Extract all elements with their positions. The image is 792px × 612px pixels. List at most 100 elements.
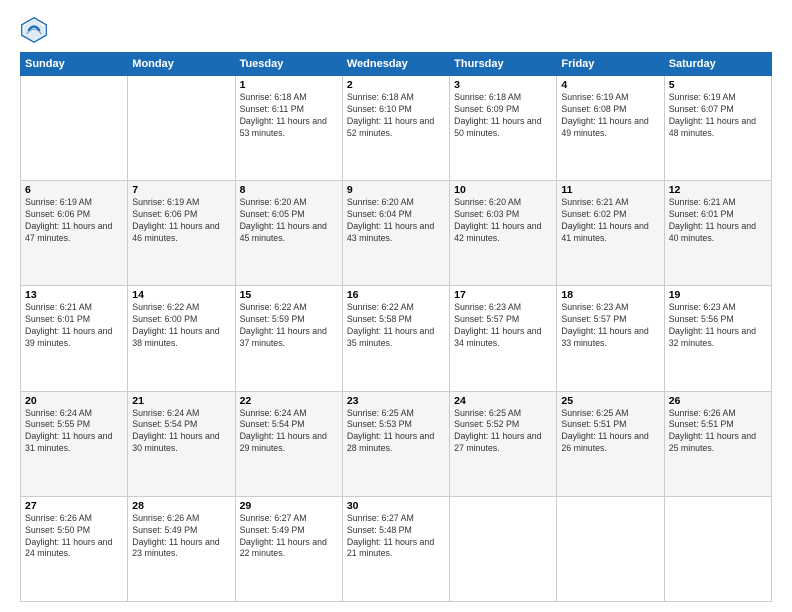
calendar-table: SundayMondayTuesdayWednesdayThursdayFrid… (20, 52, 772, 602)
calendar-week-row: 6Sunrise: 6:19 AMSunset: 6:06 PMDaylight… (21, 181, 772, 286)
calendar-day-header: Thursday (450, 53, 557, 76)
day-number: 9 (347, 184, 445, 196)
day-number: 21 (132, 395, 230, 407)
calendar-cell (128, 76, 235, 181)
day-detail: Sunrise: 6:27 AMSunset: 5:49 PMDaylight:… (240, 513, 338, 561)
day-detail: Sunrise: 6:22 AMSunset: 5:59 PMDaylight:… (240, 302, 338, 350)
day-number: 8 (240, 184, 338, 196)
calendar-week-row: 20Sunrise: 6:24 AMSunset: 5:55 PMDayligh… (21, 391, 772, 496)
day-detail: Sunrise: 6:18 AMSunset: 6:10 PMDaylight:… (347, 92, 445, 140)
day-detail: Sunrise: 6:23 AMSunset: 5:57 PMDaylight:… (454, 302, 552, 350)
day-number: 24 (454, 395, 552, 407)
day-number: 19 (669, 289, 767, 301)
day-detail: Sunrise: 6:19 AMSunset: 6:08 PMDaylight:… (561, 92, 659, 140)
calendar-cell: 8Sunrise: 6:20 AMSunset: 6:05 PMDaylight… (235, 181, 342, 286)
calendar-cell: 20Sunrise: 6:24 AMSunset: 5:55 PMDayligh… (21, 391, 128, 496)
calendar-cell: 29Sunrise: 6:27 AMSunset: 5:49 PMDayligh… (235, 496, 342, 601)
day-number: 1 (240, 79, 338, 91)
calendar-day-header: Tuesday (235, 53, 342, 76)
calendar-cell: 10Sunrise: 6:20 AMSunset: 6:03 PMDayligh… (450, 181, 557, 286)
day-number: 18 (561, 289, 659, 301)
day-number: 13 (25, 289, 123, 301)
calendar-cell: 18Sunrise: 6:23 AMSunset: 5:57 PMDayligh… (557, 286, 664, 391)
day-detail: Sunrise: 6:22 AMSunset: 6:00 PMDaylight:… (132, 302, 230, 350)
day-detail: Sunrise: 6:26 AMSunset: 5:49 PMDaylight:… (132, 513, 230, 561)
day-detail: Sunrise: 6:18 AMSunset: 6:09 PMDaylight:… (454, 92, 552, 140)
day-number: 5 (669, 79, 767, 91)
calendar-day-header: Friday (557, 53, 664, 76)
day-detail: Sunrise: 6:26 AMSunset: 5:50 PMDaylight:… (25, 513, 123, 561)
day-number: 23 (347, 395, 445, 407)
calendar-cell: 27Sunrise: 6:26 AMSunset: 5:50 PMDayligh… (21, 496, 128, 601)
day-number: 10 (454, 184, 552, 196)
calendar-week-row: 13Sunrise: 6:21 AMSunset: 6:01 PMDayligh… (21, 286, 772, 391)
day-number: 16 (347, 289, 445, 301)
calendar-cell: 14Sunrise: 6:22 AMSunset: 6:00 PMDayligh… (128, 286, 235, 391)
calendar-cell: 23Sunrise: 6:25 AMSunset: 5:53 PMDayligh… (342, 391, 449, 496)
calendar-cell: 1Sunrise: 6:18 AMSunset: 6:11 PMDaylight… (235, 76, 342, 181)
day-number: 3 (454, 79, 552, 91)
day-detail: Sunrise: 6:21 AMSunset: 6:01 PMDaylight:… (25, 302, 123, 350)
day-number: 28 (132, 500, 230, 512)
day-detail: Sunrise: 6:24 AMSunset: 5:54 PMDaylight:… (132, 408, 230, 456)
calendar-week-row: 27Sunrise: 6:26 AMSunset: 5:50 PMDayligh… (21, 496, 772, 601)
day-number: 7 (132, 184, 230, 196)
day-detail: Sunrise: 6:21 AMSunset: 6:01 PMDaylight:… (669, 197, 767, 245)
day-number: 25 (561, 395, 659, 407)
day-detail: Sunrise: 6:25 AMSunset: 5:53 PMDaylight:… (347, 408, 445, 456)
day-number: 27 (25, 500, 123, 512)
header (20, 16, 772, 44)
day-number: 26 (669, 395, 767, 407)
calendar-cell: 15Sunrise: 6:22 AMSunset: 5:59 PMDayligh… (235, 286, 342, 391)
calendar-cell: 9Sunrise: 6:20 AMSunset: 6:04 PMDaylight… (342, 181, 449, 286)
day-number: 2 (347, 79, 445, 91)
day-number: 6 (25, 184, 123, 196)
calendar-day-header: Saturday (664, 53, 771, 76)
day-number: 4 (561, 79, 659, 91)
calendar-cell (450, 496, 557, 601)
day-number: 29 (240, 500, 338, 512)
day-number: 30 (347, 500, 445, 512)
calendar-day-header: Sunday (21, 53, 128, 76)
logo-icon (20, 16, 48, 44)
calendar-cell: 21Sunrise: 6:24 AMSunset: 5:54 PMDayligh… (128, 391, 235, 496)
day-number: 17 (454, 289, 552, 301)
day-detail: Sunrise: 6:19 AMSunset: 6:06 PMDaylight:… (25, 197, 123, 245)
day-number: 11 (561, 184, 659, 196)
logo (20, 16, 52, 44)
calendar-cell: 16Sunrise: 6:22 AMSunset: 5:58 PMDayligh… (342, 286, 449, 391)
calendar-cell: 3Sunrise: 6:18 AMSunset: 6:09 PMDaylight… (450, 76, 557, 181)
day-number: 14 (132, 289, 230, 301)
calendar-cell: 22Sunrise: 6:24 AMSunset: 5:54 PMDayligh… (235, 391, 342, 496)
calendar-header-row: SundayMondayTuesdayWednesdayThursdayFrid… (21, 53, 772, 76)
calendar-cell: 17Sunrise: 6:23 AMSunset: 5:57 PMDayligh… (450, 286, 557, 391)
day-detail: Sunrise: 6:22 AMSunset: 5:58 PMDaylight:… (347, 302, 445, 350)
calendar-cell (664, 496, 771, 601)
day-detail: Sunrise: 6:27 AMSunset: 5:48 PMDaylight:… (347, 513, 445, 561)
day-detail: Sunrise: 6:21 AMSunset: 6:02 PMDaylight:… (561, 197, 659, 245)
calendar-cell: 5Sunrise: 6:19 AMSunset: 6:07 PMDaylight… (664, 76, 771, 181)
day-detail: Sunrise: 6:20 AMSunset: 6:04 PMDaylight:… (347, 197, 445, 245)
calendar-cell: 6Sunrise: 6:19 AMSunset: 6:06 PMDaylight… (21, 181, 128, 286)
day-detail: Sunrise: 6:20 AMSunset: 6:03 PMDaylight:… (454, 197, 552, 245)
calendar-cell (21, 76, 128, 181)
day-detail: Sunrise: 6:25 AMSunset: 5:51 PMDaylight:… (561, 408, 659, 456)
calendar-cell: 25Sunrise: 6:25 AMSunset: 5:51 PMDayligh… (557, 391, 664, 496)
calendar-cell: 28Sunrise: 6:26 AMSunset: 5:49 PMDayligh… (128, 496, 235, 601)
calendar-cell: 13Sunrise: 6:21 AMSunset: 6:01 PMDayligh… (21, 286, 128, 391)
day-number: 15 (240, 289, 338, 301)
day-number: 22 (240, 395, 338, 407)
calendar-day-header: Monday (128, 53, 235, 76)
calendar-cell: 11Sunrise: 6:21 AMSunset: 6:02 PMDayligh… (557, 181, 664, 286)
day-detail: Sunrise: 6:18 AMSunset: 6:11 PMDaylight:… (240, 92, 338, 140)
calendar-cell: 30Sunrise: 6:27 AMSunset: 5:48 PMDayligh… (342, 496, 449, 601)
calendar-cell (557, 496, 664, 601)
day-detail: Sunrise: 6:20 AMSunset: 6:05 PMDaylight:… (240, 197, 338, 245)
day-detail: Sunrise: 6:24 AMSunset: 5:55 PMDaylight:… (25, 408, 123, 456)
calendar-cell: 12Sunrise: 6:21 AMSunset: 6:01 PMDayligh… (664, 181, 771, 286)
day-detail: Sunrise: 6:26 AMSunset: 5:51 PMDaylight:… (669, 408, 767, 456)
calendar-cell: 4Sunrise: 6:19 AMSunset: 6:08 PMDaylight… (557, 76, 664, 181)
day-detail: Sunrise: 6:25 AMSunset: 5:52 PMDaylight:… (454, 408, 552, 456)
calendar-cell: 7Sunrise: 6:19 AMSunset: 6:06 PMDaylight… (128, 181, 235, 286)
calendar-cell: 19Sunrise: 6:23 AMSunset: 5:56 PMDayligh… (664, 286, 771, 391)
